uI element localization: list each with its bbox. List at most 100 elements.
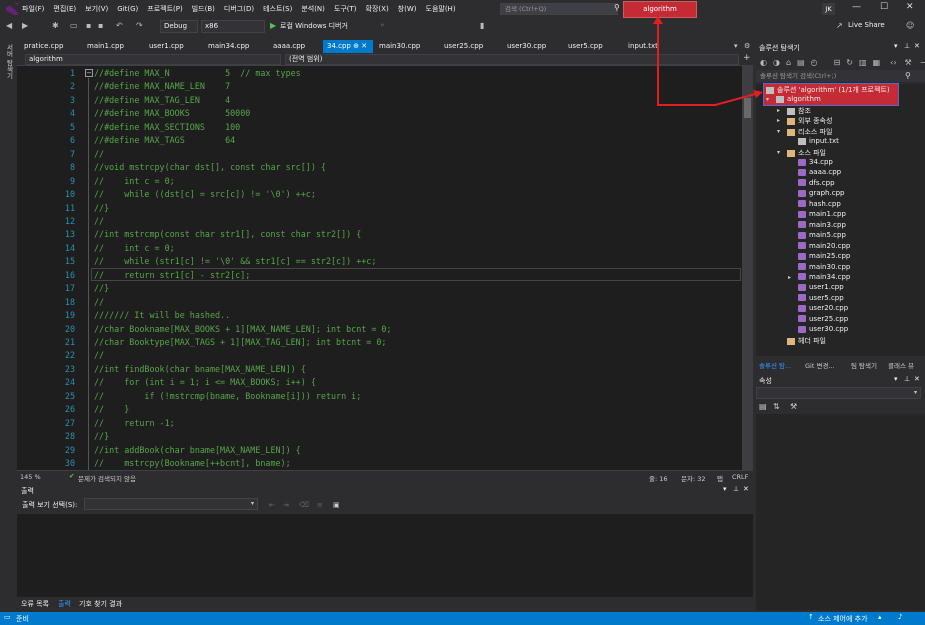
code-line[interactable]: // mstrcpy(Bookname[++bcnt], bname);	[94, 458, 291, 468]
menu-item[interactable]: 확장(X)	[366, 4, 389, 14]
collapse-icon[interactable]: ▾	[777, 128, 780, 135]
code-line[interactable]: //	[94, 297, 104, 307]
minus-icon[interactable]: −	[920, 58, 925, 67]
forward-icon[interactable]: ◑	[773, 58, 780, 67]
project-node[interactable]: ▾ algorithm	[766, 95, 821, 103]
show-all-files-icon[interactable]: ▦	[873, 58, 881, 67]
panel-close-icon[interactable]: ✕	[914, 375, 920, 383]
code-line[interactable]: // while (str1[c] != '\0' && str1[c] == …	[94, 256, 376, 266]
eol-indicator[interactable]: CRLF	[732, 473, 748, 481]
tab-aaaa-cpp[interactable]: aaaa.cpp	[269, 40, 325, 53]
bookmark-icon[interactable]: ▮	[480, 21, 484, 30]
tab-user5-cpp[interactable]: user5.cpp	[564, 40, 620, 53]
code-line[interactable]: //#define MAX_NAME_LEN 7	[94, 81, 230, 91]
file-node[interactable]: ▸ main34.cpp	[788, 273, 850, 281]
file-node[interactable]: input.txt	[798, 137, 839, 145]
word-wrap-icon[interactable]: ≡	[317, 501, 323, 509]
tab-input-txt[interactable]: input.txt	[624, 40, 680, 53]
menu-item[interactable]: Git(G)	[117, 5, 138, 13]
menu-item[interactable]: 분석(N)	[301, 4, 325, 14]
code-line[interactable]: // }	[94, 404, 129, 414]
code-line[interactable]: // while ((dst[c] = src[c]) != '\0') ++c…	[94, 189, 316, 199]
file-node[interactable]: aaaa.cpp	[798, 168, 841, 176]
config-select[interactable]: Debug	[160, 20, 198, 33]
source-files-node[interactable]: ▾ 소스 파일	[777, 148, 826, 158]
expand-icon[interactable]: ▸	[777, 117, 780, 124]
menu-item[interactable]: 창(W)	[398, 4, 417, 14]
pin-icon[interactable]: ⊥	[904, 42, 910, 50]
source-control-button[interactable]: 소스 제어에 추가	[818, 614, 868, 624]
alphabetical-icon[interactable]: ⇅	[773, 402, 780, 411]
explorer-tab[interactable]: Git 변경...	[805, 360, 835, 370]
settings-icon[interactable]: ⚙	[744, 42, 750, 50]
panel-menu-icon[interactable]: ▾	[723, 485, 727, 493]
bottom-tab[interactable]: 출력	[58, 599, 71, 609]
menu-item[interactable]: 프로젝트(P)	[147, 4, 182, 14]
explorer-tab[interactable]: 팀 탐색기	[851, 360, 877, 370]
project-dropdown[interactable]: algorithm	[25, 54, 281, 65]
platform-select[interactable]: x86	[201, 20, 265, 33]
file-node[interactable]: 34.cpp	[798, 158, 833, 166]
solution-node[interactable]: 솔루션 'algorithm' (1/1개 프로젝트)	[766, 85, 890, 95]
back-icon[interactable]: ◀	[6, 21, 12, 30]
header-files-node[interactable]: 헤더 파일	[787, 336, 826, 346]
resource-files-node[interactable]: ▾ 리소스 파일	[777, 127, 832, 137]
code-line[interactable]: /////// It will be hashed..	[94, 310, 230, 320]
properties-icon[interactable]: ▥	[859, 58, 867, 67]
code-line[interactable]: //#define MAX_TAG_LEN 4	[94, 95, 230, 105]
open-file-icon[interactable]: ▭	[70, 21, 78, 30]
panel-close-icon[interactable]: ✕	[743, 485, 749, 493]
categorized-icon[interactable]: ▤	[759, 402, 767, 411]
pin-icon[interactable]: ⊥	[733, 485, 739, 493]
preview-icon[interactable]: ‹›	[890, 58, 896, 67]
toggle-icon[interactable]: ▣	[333, 501, 340, 509]
code-line[interactable]: //}	[94, 203, 109, 213]
new-project-icon[interactable]: ✱	[52, 21, 59, 30]
file-node[interactable]: main30.cpp	[798, 263, 850, 271]
output-source-select[interactable]: ▾	[84, 498, 258, 510]
close-icon[interactable]: ✕	[906, 2, 914, 12]
back-icon[interactable]: ◐	[760, 58, 767, 67]
zoom-level[interactable]: 145 %	[20, 473, 41, 481]
menu-item[interactable]: 디버그(D)	[224, 4, 254, 14]
tab-indicator[interactable]: 탭	[717, 473, 723, 483]
file-node[interactable]: main20.cpp	[798, 242, 850, 250]
code-line[interactable]: // int c = 0;	[94, 176, 175, 186]
file-node[interactable]: main1.cpp	[798, 210, 846, 218]
file-node[interactable]: graph.cpp	[798, 189, 844, 197]
run-button[interactable]: 로컬 Windows 디버거	[280, 21, 348, 31]
code-line[interactable]: //int findBook(char bname[MAX_NAME_LEN])…	[94, 364, 306, 374]
tab-close-icon[interactable]: ⊕ ✕	[351, 42, 367, 50]
bell-icon[interactable]: ♪	[898, 613, 902, 621]
code-line[interactable]: // return str1[c] - str2[c];	[94, 270, 250, 280]
expand-icon[interactable]: ▸	[777, 107, 780, 114]
file-node[interactable]: user20.cpp	[798, 304, 848, 312]
issues-status[interactable]: 문제가 검색되지 않음	[78, 473, 136, 483]
search-icon[interactable]: ⚲	[905, 71, 911, 80]
references-node[interactable]: ▸ 참조	[777, 106, 811, 116]
code-line[interactable]: //	[94, 149, 104, 159]
search-icon[interactable]: ⚲	[614, 3, 620, 12]
bottom-tab[interactable]: 오류 목록	[21, 599, 49, 609]
feedback-icon[interactable]: ☺	[906, 21, 914, 30]
file-node[interactable]: main25.cpp	[798, 252, 850, 260]
pin-icon[interactable]: ⊥	[904, 375, 910, 383]
menu-item[interactable]: 편집(E)	[53, 4, 76, 14]
minimize-icon[interactable]: —	[852, 2, 861, 12]
menu-item[interactable]: 도구(T)	[334, 4, 357, 14]
collapse-icon[interactable]: −	[85, 69, 93, 77]
code-line[interactable]: //	[94, 216, 104, 226]
code-line[interactable]: // if (!mstrcmp(bname, Bookname[i])) ret…	[94, 391, 361, 401]
file-node[interactable]: main5.cpp	[798, 231, 846, 239]
file-node[interactable]: user25.cpp	[798, 315, 848, 323]
forward-icon[interactable]: ▶	[22, 21, 28, 30]
maximize-icon[interactable]: ☐	[880, 2, 888, 12]
clear-all-icon[interactable]: ⌫	[299, 501, 309, 509]
undo-icon[interactable]: ↶	[116, 21, 123, 30]
file-node[interactable]: dfs.cpp	[798, 179, 835, 187]
switch-view-icon[interactable]: ▤	[797, 58, 805, 67]
code-line[interactable]: // int c = 0;	[94, 243, 175, 253]
solution-search-input[interactable]: 솔루션 탐색기 검색(Ctrl+;)	[756, 70, 925, 82]
menu-item[interactable]: 파일(F)	[22, 4, 44, 14]
scope-dropdown[interactable]: (전역 범위)	[285, 54, 739, 65]
